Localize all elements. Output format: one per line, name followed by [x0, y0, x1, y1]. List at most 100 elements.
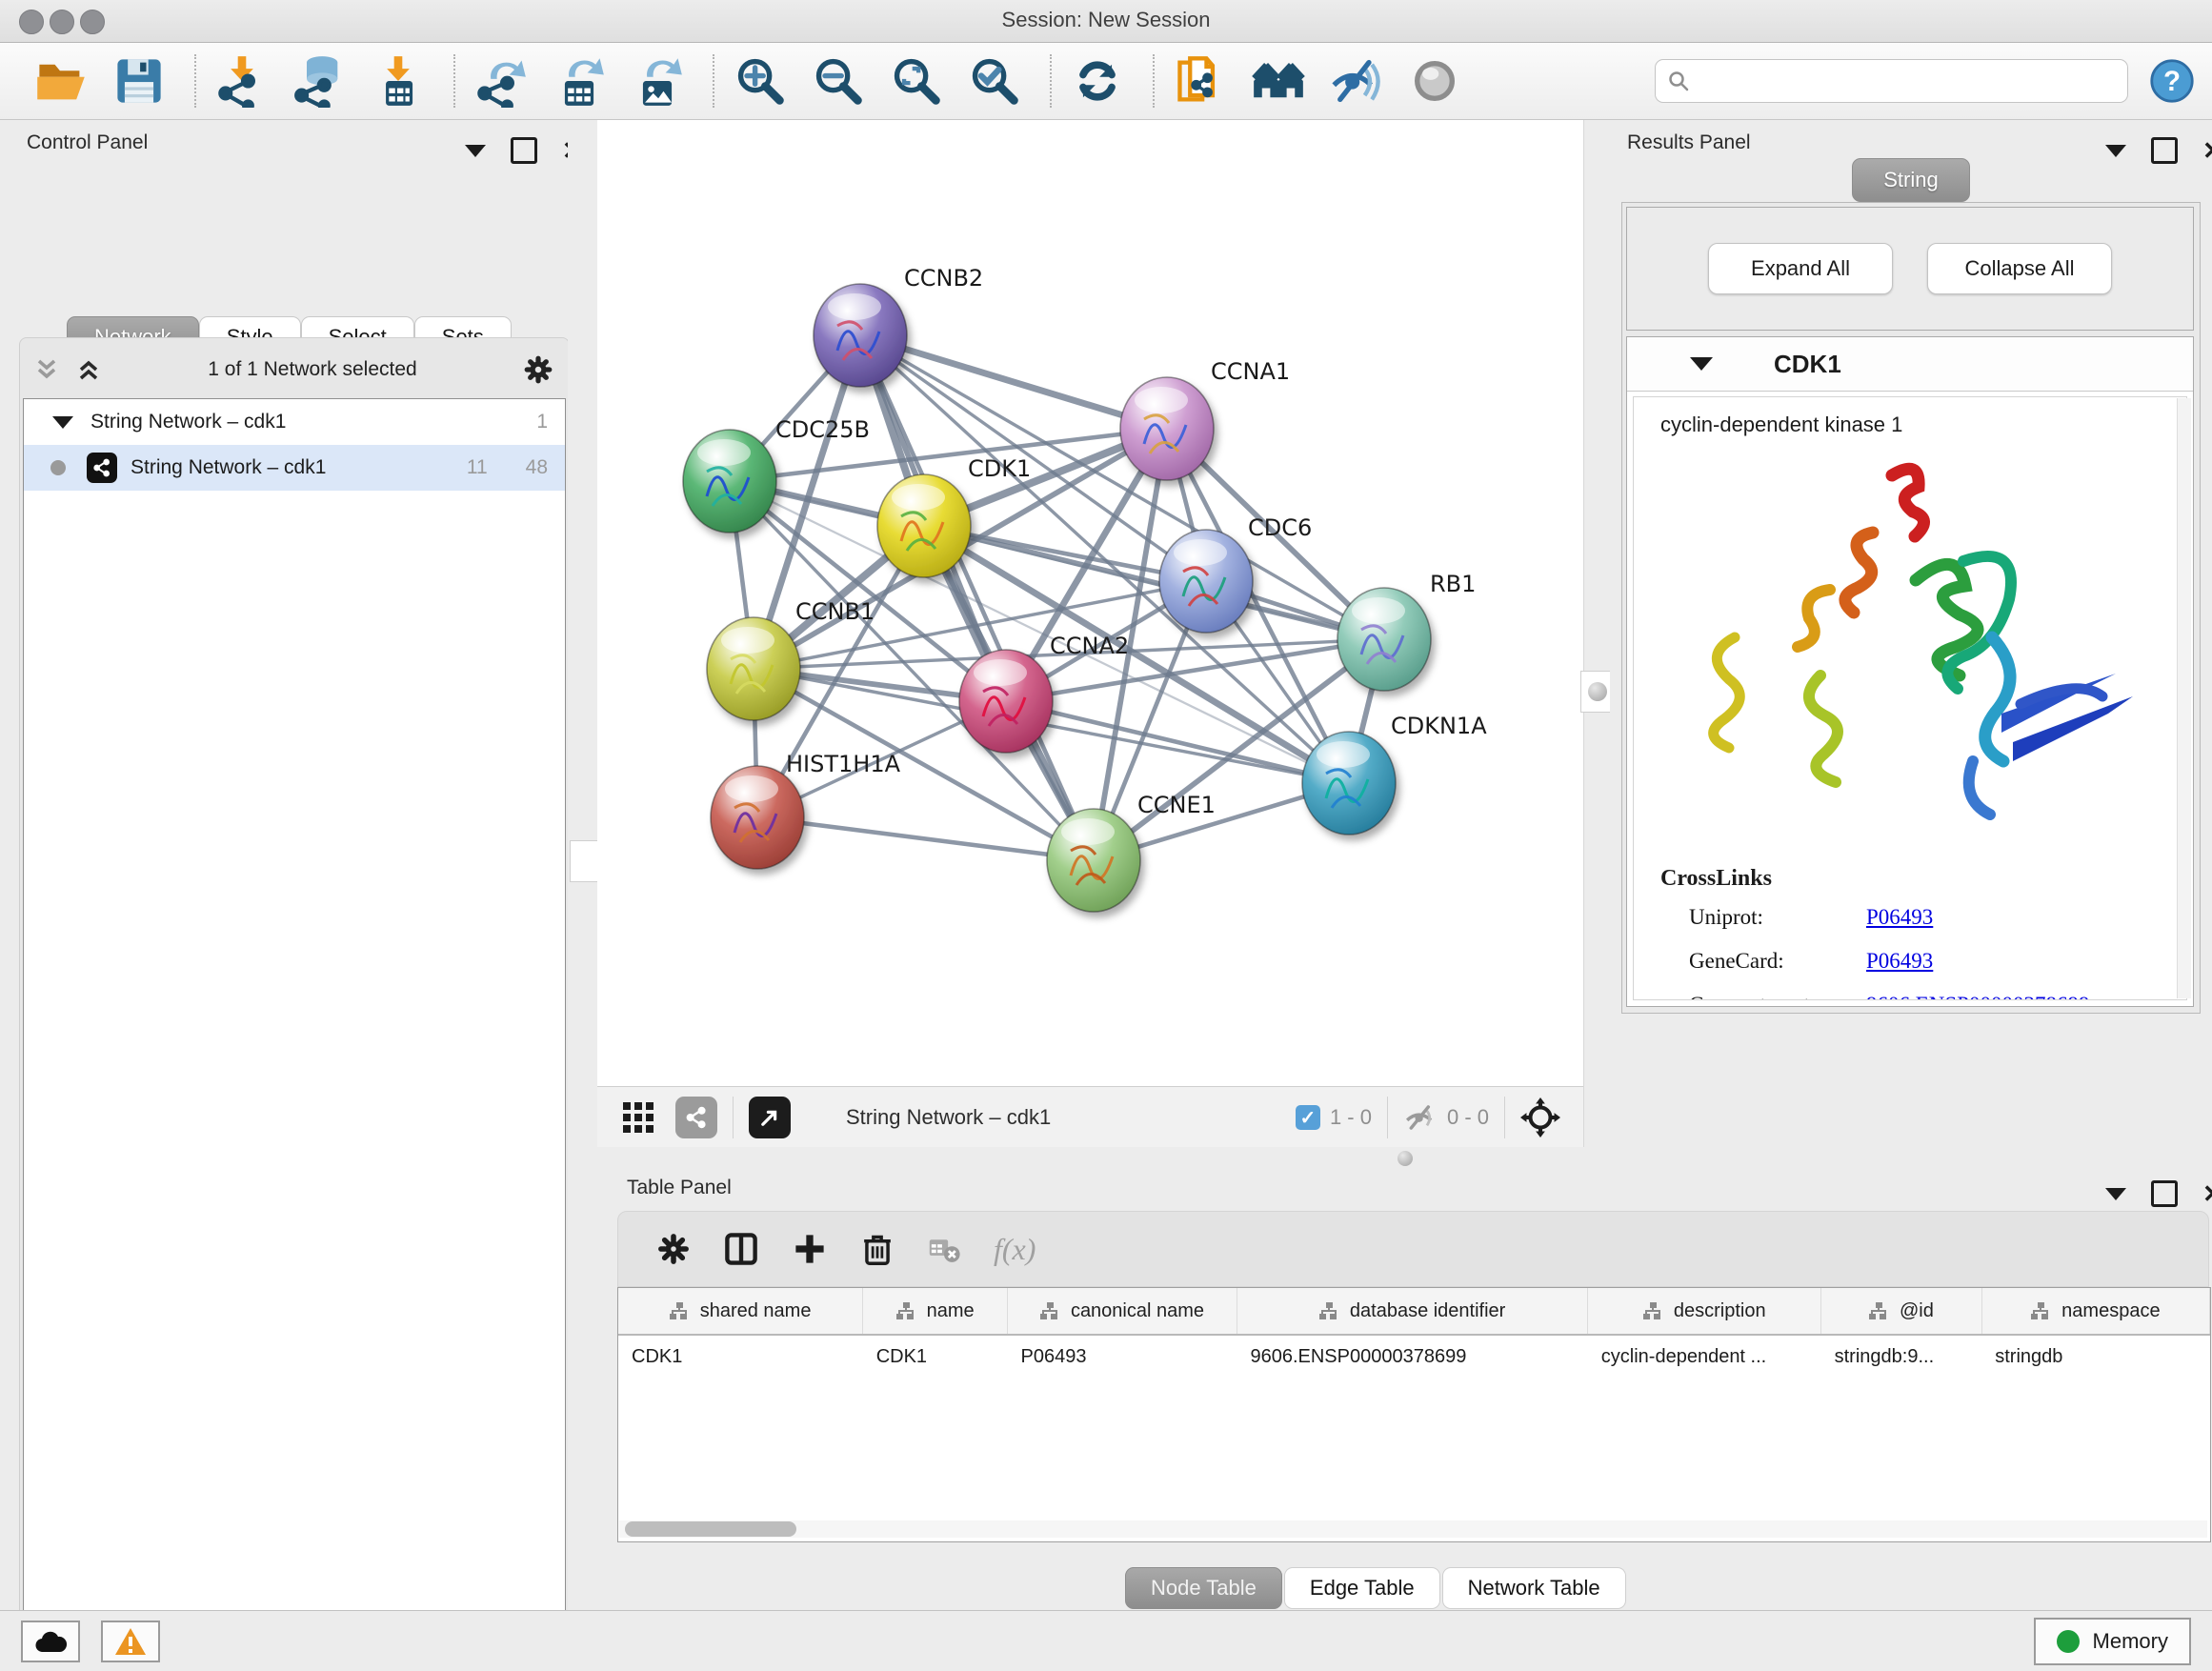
home-icon[interactable] — [1250, 52, 1307, 110]
tab-edge-table[interactable]: Edge Table — [1284, 1567, 1440, 1609]
table-hscrollbar[interactable] — [619, 1520, 2207, 1538]
maximize-panel-icon[interactable] — [2151, 1180, 2178, 1207]
network-collection-row[interactable]: String Network – cdk1 1 — [24, 399, 565, 445]
table-cell[interactable]: 9606.ENSP00000378699 — [1237, 1335, 1587, 1378]
birdseye-grid-icon[interactable] — [622, 1101, 654, 1134]
column-header-name[interactable]: name — [863, 1288, 1008, 1335]
network-node-cdc25b[interactable]: CDC25B — [683, 416, 870, 533]
table-cell[interactable]: CDK1 — [618, 1335, 863, 1378]
open-in-new-icon[interactable] — [749, 1097, 791, 1138]
refresh-icon[interactable] — [1069, 52, 1126, 110]
network-node-cdk1[interactable]: CDK1 — [877, 455, 1031, 577]
crosslink-link[interactable]: P06493 — [1866, 905, 1933, 930]
open-session-icon[interactable] — [32, 52, 90, 110]
delete-table-icon[interactable] — [927, 1232, 961, 1266]
column-header-database-identifier[interactable]: database identifier — [1237, 1288, 1587, 1335]
network-canvas[interactable]: CCNB2CCNA1CDC25BCDK1CDC6RB1CCNB1CCNA2CDK… — [597, 120, 1583, 1086]
zoom-fit-icon[interactable] — [888, 52, 945, 110]
left-splitter-handle[interactable] — [570, 840, 600, 882]
close-panel-icon[interactable]: ✕ — [2202, 1183, 2212, 1204]
network-node-rb1[interactable]: RB1 — [1337, 571, 1476, 691]
delete-column-trash-icon[interactable] — [860, 1232, 895, 1266]
table-cell[interactable]: stringdb:9... — [1821, 1335, 1982, 1378]
network-node-count: 11 — [467, 456, 488, 479]
collection-expand-icon[interactable] — [52, 416, 73, 429]
network-view[interactable]: CCNB2CCNA1CDC25BCDK1CDC6RB1CCNB1CCNA2CDK… — [597, 120, 1583, 1086]
network-edge[interactable] — [860, 335, 1167, 429]
gene-detail: cyclin-dependent kinase 1 — [1633, 396, 2187, 1000]
table-row[interactable]: CDK1CDK1P064939606.ENSP00000378699cyclin… — [618, 1335, 2210, 1378]
node-table[interactable]: shared namenamecanonical namedatabase id… — [617, 1287, 2211, 1542]
network-overview-share-icon[interactable] — [675, 1097, 717, 1138]
network-node-cdkn1a[interactable]: CDKN1A — [1302, 713, 1487, 835]
right-splitter[interactable] — [1583, 120, 1612, 1147]
tab-network-table[interactable]: Network Table — [1442, 1567, 1626, 1609]
table-cell[interactable]: cyclin-dependent ... — [1588, 1335, 1821, 1378]
crosslink-link[interactable]: P06493 — [1866, 949, 1933, 974]
collapse-all-icon[interactable] — [32, 355, 61, 384]
column-header-namespace[interactable]: namespace — [1981, 1288, 2209, 1335]
add-column-icon[interactable] — [792, 1231, 828, 1267]
column-header--id[interactable]: @id — [1821, 1288, 1982, 1335]
network-node-ccna1[interactable]: CCNA1 — [1120, 358, 1290, 480]
results-panel-tabs: String — [1610, 158, 2212, 202]
export-network-icon[interactable] — [473, 52, 530, 110]
expand-all-icon[interactable] — [74, 355, 103, 384]
node-label: HIST1H1A — [786, 751, 901, 777]
export-image-icon[interactable] — [629, 52, 686, 110]
float-panel-icon[interactable] — [465, 145, 486, 157]
tab-string[interactable]: String — [1852, 158, 1969, 202]
export-table-icon[interactable] — [551, 52, 608, 110]
network-node-hist1h1a[interactable]: HIST1H1A — [711, 751, 901, 869]
network-edge[interactable] — [860, 335, 1094, 860]
network-row[interactable]: String Network – cdk1 11 48 — [24, 445, 565, 491]
import-database-icon[interactable] — [292, 52, 349, 110]
left-splitter[interactable] — [568, 120, 597, 1610]
table-cell[interactable]: CDK1 — [863, 1335, 1008, 1378]
results-scrollbar[interactable] — [2177, 398, 2191, 998]
import-table-icon[interactable] — [370, 52, 427, 110]
cloud-status-button[interactable] — [21, 1621, 80, 1662]
crosslink-link[interactable]: 9606.ENSP00000378699 — [1866, 993, 2090, 1000]
bottom-splitter[interactable] — [597, 1147, 2212, 1169]
table-cell[interactable]: stringdb — [1981, 1335, 2209, 1378]
maximize-panel-icon[interactable] — [511, 137, 537, 164]
warning-status-button[interactable] — [101, 1621, 160, 1662]
network-edge[interactable] — [1006, 701, 1349, 783]
gene-header-row[interactable]: CDK1 — [1627, 337, 2193, 392]
collapse-all-button[interactable]: Collapse All — [1927, 243, 2112, 294]
memory-button[interactable]: Memory — [2034, 1618, 2191, 1665]
column-header-shared-name[interactable]: shared name — [618, 1288, 863, 1335]
sphere-icon[interactable] — [1406, 52, 1463, 110]
clone-network-icon[interactable] — [1172, 52, 1229, 110]
network-options-gear-icon[interactable] — [522, 353, 554, 386]
import-network-icon[interactable] — [213, 52, 271, 110]
column-header-description[interactable]: description — [1588, 1288, 1821, 1335]
table-settings-gear-icon[interactable] — [656, 1232, 691, 1266]
fit-selected-crosshair-icon[interactable] — [1520, 1097, 1560, 1137]
save-session-icon[interactable] — [111, 52, 168, 110]
expand-all-button[interactable]: Expand All — [1708, 243, 1893, 294]
function-builder-icon[interactable]: f(x) — [994, 1232, 1036, 1267]
column-header-canonical-name[interactable]: canonical name — [1008, 1288, 1237, 1335]
table-hscrollbar-thumb[interactable] — [625, 1521, 796, 1537]
toolbar-separator — [453, 54, 455, 108]
table-cell[interactable]: P06493 — [1008, 1335, 1237, 1378]
float-panel-icon[interactable] — [2105, 145, 2126, 157]
bottom-splitter-handle[interactable] — [1398, 1151, 1413, 1166]
float-panel-icon[interactable] — [2105, 1188, 2126, 1200]
hidden-eye-slash-icon[interactable] — [1403, 1100, 1438, 1135]
gene-expand-icon[interactable] — [1690, 357, 1713, 371]
zoom-selected-icon[interactable] — [966, 52, 1023, 110]
network-edge[interactable] — [757, 817, 1094, 860]
help-icon[interactable]: ? — [2149, 58, 2195, 104]
zoom-in-icon[interactable] — [732, 52, 789, 110]
zoom-out-icon[interactable] — [810, 52, 867, 110]
table-tabs: Node Table Edge Table Network Table — [1125, 1567, 1626, 1609]
tab-node-table[interactable]: Node Table — [1125, 1567, 1282, 1609]
show-columns-icon[interactable] — [723, 1231, 759, 1267]
show-hide-icon[interactable] — [1328, 52, 1385, 110]
selected-checkbox-icon[interactable]: ✓ — [1296, 1105, 1320, 1130]
search-box[interactable] — [1655, 59, 2128, 103]
search-input[interactable] — [1698, 70, 2116, 93]
